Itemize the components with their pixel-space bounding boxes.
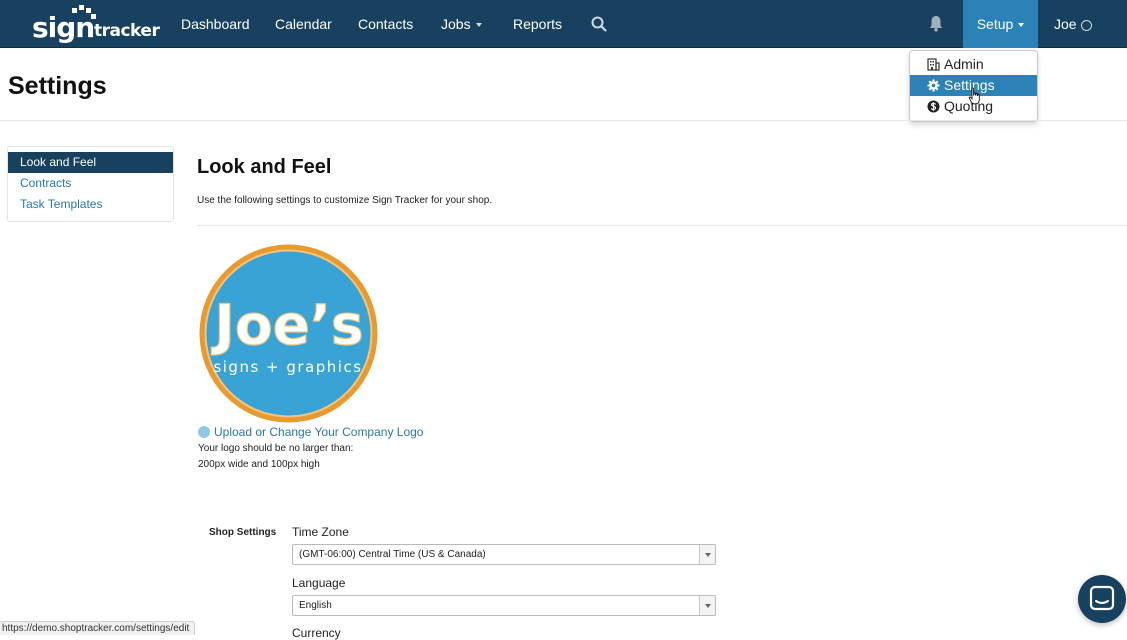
nav-setup-label: Setup [976,16,1014,32]
chevron-down-icon [475,23,482,28]
user-circle-icon [1080,19,1092,31]
sidebar-item-look-and-feel[interactable]: Look and Feel [8,152,173,173]
chevron-down-icon [1018,23,1025,28]
section-title: Look and Feel [197,156,332,178]
nav-user-label: Joe [1054,16,1077,32]
currency-label: Currency [292,626,341,640]
setup-dropdown-menu: Admin Settings Quoting [909,50,1038,122]
sidebar-item-task-templates[interactable]: Task Templates [8,194,173,215]
nav-calendar[interactable]: Calendar [275,0,332,48]
upload-logo-link[interactable]: Upload or Change Your Company Logo [198,425,423,439]
browser-status-bar: https://demo.shoptracker.com/settings/ed… [0,621,196,635]
chat-launcher-button[interactable] [1078,575,1126,623]
section-description: Use the following settings to customize … [197,195,493,206]
logo-text-tracker: tracker [94,21,160,41]
nav-contacts[interactable]: Contacts [358,0,413,48]
nav-jobs-label: Jobs [441,16,471,32]
logo-text-sign: sign [32,11,95,44]
logo-size-hint: Your logo should be no larger than: [198,443,354,454]
hand-pointer-icon [968,87,980,105]
language-label: Language [292,576,346,590]
nav-user[interactable]: Joe [1054,0,1092,48]
page-title: Settings [8,72,107,100]
chevron-down-icon [699,545,715,564]
menu-item-admin-label: Admin [944,56,984,72]
time-zone-value: (GMT-06:00) Central Time (US & Canada) [299,549,486,560]
nav-jobs[interactable]: Jobs [441,0,482,48]
search-icon[interactable] [591,16,607,32]
gear-icon [927,79,940,92]
language-value: English [299,600,332,611]
time-zone-label: Time Zone [292,525,349,539]
logo-text-tagline: signs + graphics [213,358,362,376]
sidebar-item-contracts[interactable]: Contracts [8,173,173,194]
menu-item-admin[interactable]: Admin [910,54,1037,75]
dollar-circle-icon [927,100,940,113]
chevron-down-icon [699,596,715,615]
company-logo-image: Joe’s signs + graphics [199,244,378,423]
logo-size-hint-dimensions: 200px wide and 100px high [198,459,320,470]
nav-setup[interactable]: Setup [963,0,1038,48]
upload-icon [198,426,210,438]
language-select[interactable]: English [292,595,716,616]
logo-text-joes: Joe’s [210,293,363,357]
building-icon [927,58,940,71]
bell-icon[interactable] [928,15,944,32]
shop-settings-label: Shop Settings [209,527,277,538]
upload-logo-label: Upload or Change Your Company Logo [214,425,424,439]
logo-square [79,5,84,10]
chat-icon [1089,585,1115,611]
sign-tracker-logo[interactable]: sign tracker [32,4,160,44]
time-zone-select[interactable]: (GMT-06:00) Central Time (US & Canada) [292,544,716,565]
section-divider [197,225,1127,226]
top-navbar: sign tracker Dashboard Calendar Contacts… [0,0,1127,48]
header-divider [0,120,1127,121]
nav-reports[interactable]: Reports [513,0,562,48]
settings-sidebar: Look and Feel Contracts Task Templates [7,146,174,222]
nav-dashboard[interactable]: Dashboard [181,0,250,48]
